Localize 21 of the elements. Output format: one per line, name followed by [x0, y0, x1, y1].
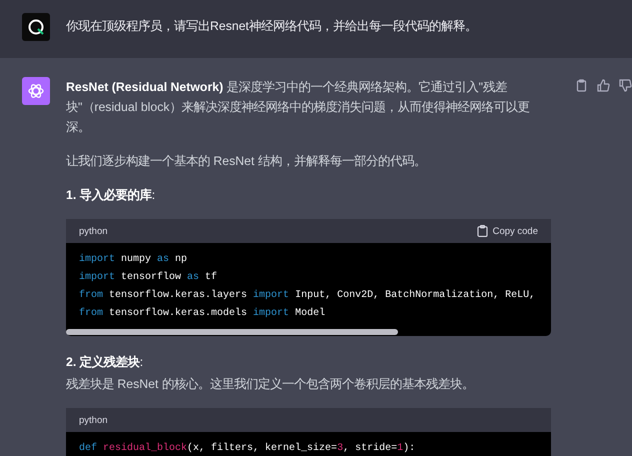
clipboard-icon	[476, 225, 488, 237]
code-language: python	[79, 226, 108, 236]
code-line: import numpy as np	[79, 252, 188, 267]
code-line: from tensorflow.keras.layers import Input, Conv2D, BatchNormalization, ReLU,	[79, 288, 536, 303]
section-heading: 2. 定义残差块:	[66, 354, 144, 371]
answer-paragraph: ResNet (Residual Network) 是深度学习中的一个经典网络架构。它通过引入"残差块"（residual block）来解决深度神经网络中的梯度消失问题，从而使得神经网络可以更深。	[66, 79, 531, 136]
code-line: import tensorflow as tf	[79, 270, 218, 285]
thumbs-down-icon[interactable]	[619, 79, 632, 92]
thumbs-up-icon[interactable]	[597, 79, 610, 92]
answer-paragraph: 残差块是 ResNet 的核心。这里我们定义一个包含两个卷积层的基本残差块。	[66, 376, 475, 393]
user-message: 你现在顶级程序员，请写出Resnet神经网络代码，并给出每一段代码的解释。	[66, 18, 477, 35]
section-heading: 1. 导入必要的库:	[66, 187, 156, 204]
code-line: from tensorflow.keras.models import Model	[79, 306, 326, 321]
answer-paragraph: 让我们逐步构建一个基本的 ResNet 结构，并解释每一部分的代码。	[66, 153, 427, 170]
copy-icon[interactable]	[575, 79, 588, 92]
code-line: def residual_block(x, filters, kernel_size=3, stride=1):	[79, 442, 416, 456]
code-language: python	[79, 414, 108, 426]
assistant-avatar	[22, 77, 50, 105]
scrollbar-thumb[interactable]	[66, 329, 398, 335]
user-avatar	[22, 13, 50, 41]
copy-code-button[interactable]: Copy code	[476, 225, 538, 237]
